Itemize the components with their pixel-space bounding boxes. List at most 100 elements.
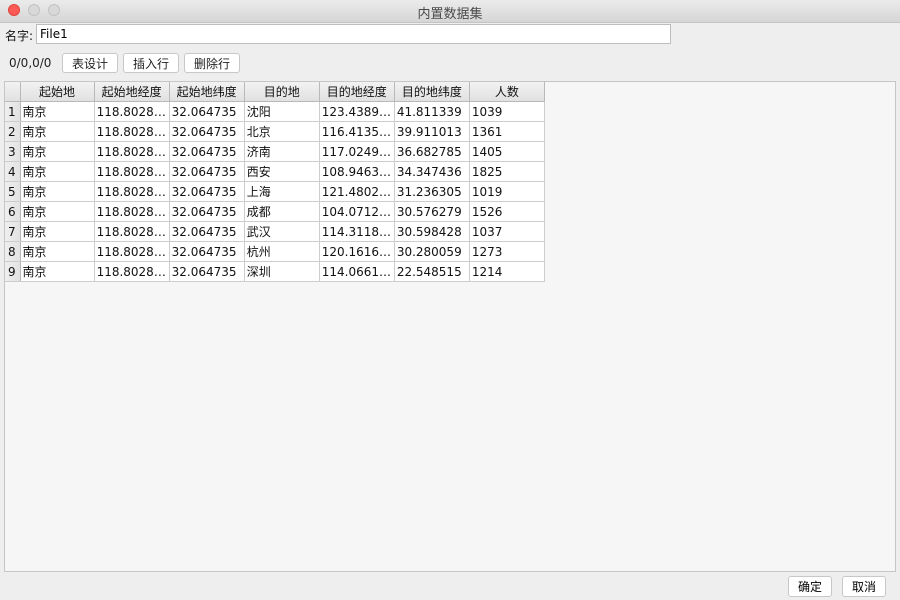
- table-cell[interactable]: 济南: [244, 141, 320, 162]
- table-cell[interactable]: 31.236305: [394, 181, 470, 202]
- table-cell[interactable]: 32.064735: [169, 141, 245, 162]
- table-cell[interactable]: 南京: [20, 241, 95, 262]
- cancel-button[interactable]: 取消: [842, 576, 886, 597]
- table-cell[interactable]: 120.1616…: [319, 241, 395, 262]
- table-cell[interactable]: 32.064735: [169, 241, 245, 262]
- table-row[interactable]: 5 南京 118.8028… 32.064735 上海 121.4802… 31.23630…: [5, 181, 546, 202]
- row-number[interactable]: 4: [5, 161, 21, 182]
- table-cell[interactable]: 1214: [469, 261, 546, 282]
- table-cell[interactable]: 1526: [469, 201, 546, 222]
- table-cell[interactable]: 南京: [20, 141, 95, 162]
- table-cell[interactable]: 南京: [20, 121, 95, 142]
- table-cell[interactable]: 南京: [20, 261, 95, 282]
- table-row[interactable]: 4 南京 118.8028… 32.064735 西安 108.9463… 34.34743…: [5, 161, 546, 182]
- window-title: 内置数据集: [417, 7, 483, 22]
- table-cell[interactable]: 36.682785: [394, 141, 470, 162]
- table-cell[interactable]: 1273: [469, 241, 546, 262]
- table-cell[interactable]: 32.064735: [169, 121, 245, 142]
- table-cell[interactable]: 118.8028…: [94, 261, 170, 282]
- table-cell[interactable]: 32.064735: [169, 181, 245, 202]
- row-number[interactable]: 2: [5, 121, 21, 142]
- table-cell[interactable]: 北京: [244, 121, 320, 142]
- table-cell[interactable]: 成都: [244, 201, 320, 222]
- ok-button[interactable]: 确定: [788, 576, 832, 597]
- table-cell[interactable]: 118.8028…: [94, 201, 170, 222]
- table-cell[interactable]: 1037: [469, 221, 546, 242]
- table-row[interactable]: 1 南京 118.8028… 32.064735 沈阳 123.4389… 41.81133…: [5, 101, 546, 122]
- table-cell[interactable]: 117.0249…: [319, 141, 395, 162]
- row-number[interactable]: 6: [5, 201, 21, 222]
- column-header[interactable]: 起始地纬度: [169, 82, 245, 102]
- table-cell[interactable]: 南京: [20, 201, 95, 222]
- table-cell[interactable]: 118.8028…: [94, 101, 170, 122]
- table-cell[interactable]: 118.8028…: [94, 181, 170, 202]
- table-cell[interactable]: 1019: [469, 181, 546, 202]
- table-cell[interactable]: 西安: [244, 161, 320, 182]
- table-row[interactable]: 6 南京 118.8028… 32.064735 成都 104.0712… 30.57627…: [5, 201, 546, 222]
- column-header[interactable]: 起始地经度: [94, 82, 170, 102]
- row-number[interactable]: 8: [5, 241, 21, 262]
- name-input[interactable]: [36, 24, 671, 44]
- column-header[interactable]: 人数: [469, 82, 546, 102]
- table-cell[interactable]: 118.8028…: [94, 161, 170, 182]
- table-cell[interactable]: 南京: [20, 221, 95, 242]
- table-cell[interactable]: 32.064735: [169, 161, 245, 182]
- table-cell[interactable]: 41.811339: [394, 101, 470, 122]
- table-cell[interactable]: 南京: [20, 161, 95, 182]
- table-cell[interactable]: 104.0712…: [319, 201, 395, 222]
- table-cell[interactable]: 121.4802…: [319, 181, 395, 202]
- table-cell[interactable]: 1039: [469, 101, 546, 122]
- table-row[interactable]: 9 南京 118.8028… 32.064735 深圳 114.0661… 22.54851…: [5, 261, 546, 282]
- table-cell[interactable]: 32.064735: [169, 201, 245, 222]
- table-row[interactable]: 8 南京 118.8028… 32.064735 杭州 120.1616… 30.28005…: [5, 241, 546, 262]
- table-cell[interactable]: 34.347436: [394, 161, 470, 182]
- table-cell[interactable]: 南京: [20, 101, 95, 122]
- selection-counter: 0/0,0/0: [9, 56, 52, 70]
- column-header[interactable]: 目的地: [244, 82, 320, 102]
- table-cell[interactable]: 118.8028…: [94, 241, 170, 262]
- table-cell[interactable]: 118.8028…: [94, 141, 170, 162]
- row-number[interactable]: 7: [5, 221, 21, 242]
- table-cell[interactable]: 32.064735: [169, 261, 245, 282]
- table-cell[interactable]: 30.598428: [394, 221, 470, 242]
- row-number[interactable]: 3: [5, 141, 21, 162]
- table-row[interactable]: 3 南京 118.8028… 32.064735 济南 117.0249… 36.68278…: [5, 141, 546, 162]
- table-cell[interactable]: 南京: [20, 181, 95, 202]
- table-cell[interactable]: 108.9463…: [319, 161, 395, 182]
- table-cell[interactable]: 118.8028…: [94, 221, 170, 242]
- table-row[interactable]: 7 南京 118.8028… 32.064735 武汉 114.3118… 30.59842…: [5, 221, 546, 242]
- table-cell[interactable]: 118.8028…: [94, 121, 170, 142]
- table-row[interactable]: 2 南京 118.8028… 32.064735 北京 116.4135… 39.91101…: [5, 121, 546, 142]
- row-number[interactable]: 9: [5, 261, 21, 282]
- table-cell[interactable]: 武汉: [244, 221, 320, 242]
- table-cell[interactable]: 深圳: [244, 261, 320, 282]
- table-cell[interactable]: 32.064735: [169, 101, 245, 122]
- column-header[interactable]: 目的地纬度: [394, 82, 470, 102]
- table-cell[interactable]: 1825: [469, 161, 546, 182]
- table-cell[interactable]: 30.280059: [394, 241, 470, 262]
- table-cell[interactable]: 22.548515: [394, 261, 470, 282]
- row-number[interactable]: 5: [5, 181, 21, 202]
- table-cell[interactable]: 杭州: [244, 241, 320, 262]
- table-cell[interactable]: 123.4389…: [319, 101, 395, 122]
- table-cell[interactable]: 30.576279: [394, 201, 470, 222]
- table-cell[interactable]: 114.3118…: [319, 221, 395, 242]
- column-header[interactable]: 目的地经度: [319, 82, 395, 102]
- table-header-row: 起始地 起始地经度 起始地纬度 目的地 目的地经度 目的地纬度 人数: [5, 82, 546, 102]
- name-label: 名字:: [5, 29, 34, 43]
- table-cell[interactable]: 114.0661…: [319, 261, 395, 282]
- table-cell[interactable]: 沈阳: [244, 101, 320, 122]
- insert-row-button[interactable]: 插入行: [123, 53, 179, 73]
- table-cell[interactable]: 1405: [469, 141, 546, 162]
- table-cell[interactable]: 1361: [469, 121, 546, 142]
- table-corner-header[interactable]: [5, 82, 21, 102]
- column-header[interactable]: 起始地: [20, 82, 95, 102]
- table-cell[interactable]: 32.064735: [169, 221, 245, 242]
- table-cell[interactable]: 39.911013: [394, 121, 470, 142]
- data-table-panel[interactable]: 起始地 起始地经度 起始地纬度 目的地 目的地经度 目的地纬度 人数 1 南京 11…: [4, 81, 896, 572]
- delete-row-button[interactable]: 删除行: [184, 53, 240, 73]
- table-design-button[interactable]: 表设计: [62, 53, 118, 73]
- table-cell[interactable]: 上海: [244, 181, 320, 202]
- table-cell[interactable]: 116.4135…: [319, 121, 395, 142]
- row-number[interactable]: 1: [5, 101, 21, 122]
